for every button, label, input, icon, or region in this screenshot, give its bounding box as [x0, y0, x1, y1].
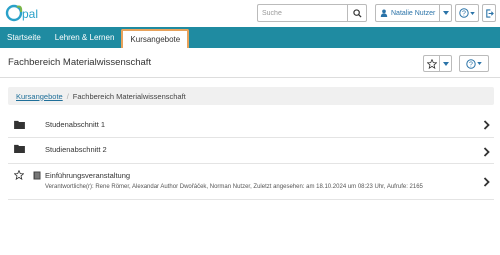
svg-text:?: ? — [469, 61, 473, 68]
favorite-menu-caret[interactable] — [440, 55, 452, 72]
user-icon — [380, 9, 388, 17]
logout-icon — [485, 8, 494, 18]
folder-icon — [14, 144, 25, 153]
tab-startseite[interactable]: Startseite — [0, 27, 48, 48]
favorite-button[interactable] — [423, 55, 440, 72]
tab-lehren-lernen[interactable]: Lehren & Lernen — [48, 27, 122, 48]
folder-icon — [14, 120, 25, 129]
course-title[interactable]: Einführungsveranstaltung — [45, 171, 130, 180]
user-menu-caret[interactable] — [440, 4, 452, 22]
list-item[interactable]: Studenabschnitt 1 — [8, 112, 494, 138]
main-navigation: Startseite Lehren & Lernen Kursangebote — [0, 27, 500, 48]
search-button[interactable] — [347, 4, 367, 22]
chevron-right-icon — [483, 147, 490, 157]
star-icon — [426, 58, 437, 69]
search-icon — [352, 8, 362, 18]
help-icon: ? — [466, 58, 476, 69]
help-icon: ? — [459, 8, 469, 18]
caret-down-icon — [470, 11, 475, 15]
book-icon — [33, 171, 41, 180]
chevron-right-icon — [483, 120, 490, 130]
breadcrumb-link-kursangebote[interactable]: Kursangebote — [16, 92, 63, 101]
course-meta: Verantwortliche(r): Rene Römer, Alexanda… — [45, 184, 423, 190]
user-menu-button[interactable]: Natalie Nutzer — [375, 4, 440, 22]
logout-button[interactable] — [482, 4, 496, 22]
list-item-label: Studienabschnitt 2 — [45, 145, 107, 154]
logo-icon: pal — [5, 4, 38, 22]
chevron-right-icon — [483, 177, 490, 187]
tab-kursangebote[interactable]: Kursangebote — [121, 29, 190, 48]
caret-down-icon — [477, 62, 482, 65]
top-bar: pal Natalie Nutzer ? — [0, 0, 500, 27]
caret-down-icon — [442, 11, 449, 15]
help-menu-button[interactable]: ? — [455, 4, 479, 22]
list-item-label: Studenabschnitt 1 — [45, 120, 106, 129]
breadcrumb-current: Fachbereich Materialwissenschaft — [72, 91, 186, 101]
breadcrumb: Kursangebote / Fachbereich Materialwisse… — [8, 87, 494, 105]
search-group — [257, 4, 367, 22]
svg-text:?: ? — [462, 11, 466, 18]
star-icon[interactable] — [14, 170, 24, 180]
search-input[interactable] — [257, 4, 347, 22]
svg-text:pal: pal — [22, 7, 38, 21]
page-title: Fachbereich Materialwissenschaft — [8, 57, 152, 68]
caret-down-icon — [442, 61, 449, 66]
breadcrumb-separator: / — [66, 91, 69, 101]
course-item[interactable]: Einführungsveranstaltung Verantwortliche… — [8, 164, 494, 200]
opal-logo[interactable]: pal — [5, 3, 47, 23]
page-help-button[interactable]: ? — [459, 55, 489, 72]
list-item[interactable]: Studienabschnitt 2 — [8, 138, 494, 164]
user-name: Natalie Nutzer — [391, 9, 436, 17]
